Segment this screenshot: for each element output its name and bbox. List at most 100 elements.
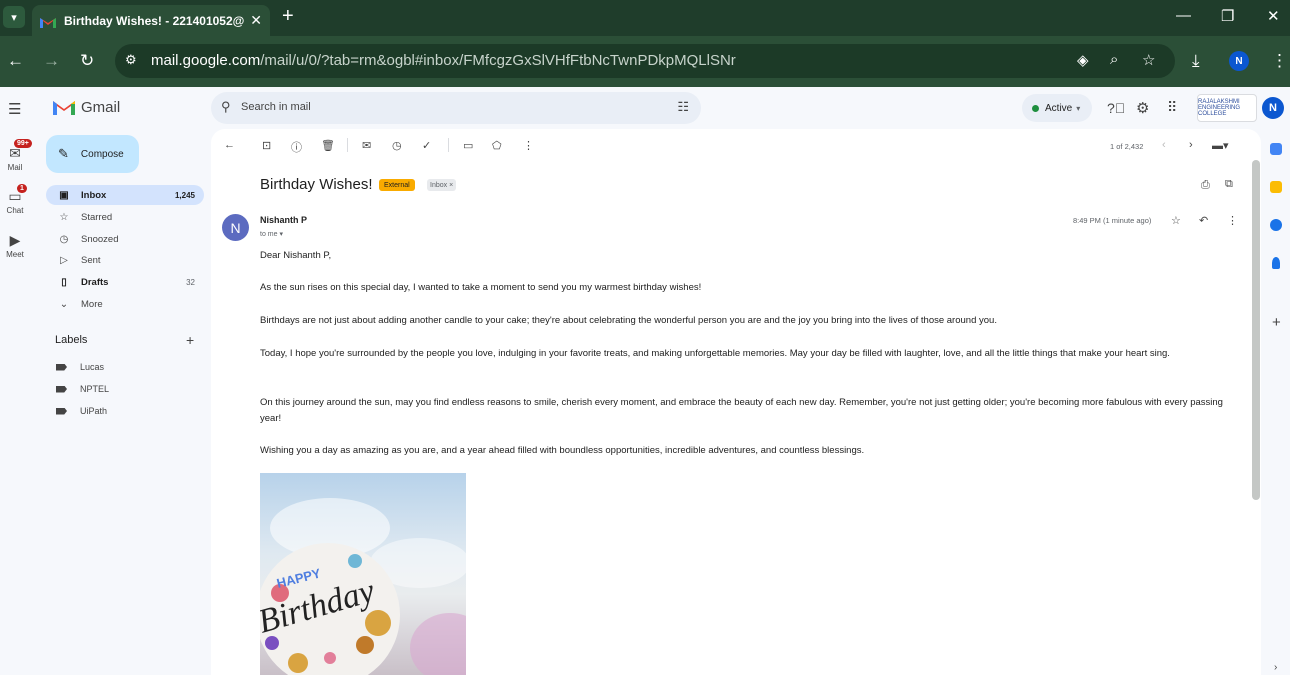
sidebar-item-label: Inbox [81, 189, 107, 201]
rail-chat[interactable]: ▭ Chat 1 [0, 184, 30, 215]
older-icon[interactable]: › [1189, 139, 1193, 151]
gmail-favicon-icon [40, 15, 56, 28]
snooze-icon[interactable]: ◷ [392, 139, 402, 152]
archive-icon[interactable]: ⊡ [262, 139, 271, 152]
move-to-icon[interactable]: ▭ [463, 139, 473, 152]
inbox-label-chip[interactable]: Inbox × [427, 179, 457, 191]
draft-icon: ▯ [61, 276, 67, 288]
search-icon[interactable]: ⚲ [221, 99, 231, 115]
sidebar-item-label: Starred [81, 211, 113, 223]
bookmark-star-icon[interactable]: ☆ [1142, 51, 1155, 69]
inbox-icon: ▣ [59, 189, 69, 201]
sidebar-item-starred[interactable]: ☆ Starred [46, 207, 204, 227]
compose-button[interactable]: ✎ Compose [46, 135, 139, 173]
url-text[interactable]: mail.google.com/mail/u/0/?tab=rm&ogbl#in… [151, 52, 736, 69]
restore-icon[interactable]: ❐ [1221, 7, 1234, 25]
message-more-icon[interactable]: ⋮ [1227, 214, 1238, 227]
birthday-balloon-image[interactable]: HAPPY Birthday [260, 473, 466, 675]
browser-tab[interactable]: Birthday Wishes! - 221401052@ ✕ [32, 5, 270, 36]
get-addons-icon[interactable]: + [1272, 314, 1281, 331]
newer-icon[interactable]: ‹ [1162, 139, 1166, 151]
main-menu-icon[interactable]: ☰ [8, 100, 21, 118]
search-bar[interactable]: ⚲ Search in mail ☷ [211, 92, 701, 124]
video-icon: ▶ [9, 232, 21, 248]
label-tag-icon [56, 407, 67, 415]
label-icon[interactable]: ⬠ [492, 139, 502, 152]
calendar-icon[interactable] [1270, 143, 1282, 155]
body-paragraph: Dear Nishanth P, [260, 250, 332, 261]
sender-avatar[interactable]: N [222, 214, 249, 241]
report-spam-icon[interactable]: ⓘ [291, 139, 302, 155]
delete-icon[interactable]: 🗑 [321, 139, 335, 152]
profile-avatar[interactable]: N [1229, 51, 1249, 71]
back-icon[interactable]: ← [7, 51, 24, 71]
org-logo[interactable]: RAJALAKSHMI ENGINEERING COLLEGE [1197, 94, 1257, 122]
rail-meet-label: Meet [6, 250, 24, 259]
label-name: UiPath [80, 406, 108, 416]
toolbar-divider [347, 138, 348, 152]
print-icon[interactable]: ⎙ [1201, 179, 1210, 192]
add-label-icon[interactable]: + [186, 332, 194, 348]
show-side-panel-icon[interactable]: › [1274, 662, 1277, 673]
lens-icon[interactable]: ◈ [1077, 51, 1089, 69]
apps-grid-icon[interactable]: ⠿ [1167, 99, 1177, 116]
browser-menu-icon[interactable]: ⋮ [1271, 51, 1288, 71]
sender-name[interactable]: Nishanth P [260, 215, 307, 225]
minimize-icon[interactable]: — [1176, 7, 1191, 24]
tab-close-icon[interactable]: ✕ [250, 12, 262, 29]
close-window-icon[interactable]: ✕ [1267, 7, 1280, 25]
search-options-icon[interactable]: ☷ [677, 99, 689, 115]
zoom-icon[interactable]: ⌕ [1110, 51, 1118, 68]
sidebar-item-inbox[interactable]: ▣ Inbox 1,245 [46, 185, 204, 205]
tab-title: Birthday Wishes! - 221401052@ [64, 13, 245, 28]
settings-gear-icon[interactable]: ⚙ [1136, 99, 1149, 117]
open-new-window-icon[interactable]: ⧉ [1225, 178, 1233, 191]
tab-search-chevron-icon[interactable]: ▾ [3, 6, 25, 28]
label-item-uipath[interactable]: UiPath [56, 406, 107, 416]
status-selector[interactable]: Active ▾ [1022, 94, 1092, 122]
gmail-logo-icon[interactable] [53, 99, 75, 115]
label-item-lucas[interactable]: Lucas [56, 362, 104, 372]
gmail-wordmark[interactable]: Gmail [81, 99, 120, 116]
rail-mail-label: Mail [7, 163, 23, 172]
pagination-text: 1 of 2,432 [1110, 142, 1144, 151]
label-tag-icon [56, 363, 67, 371]
sidebar-item-drafts[interactable]: ▯ Drafts 32 [46, 272, 204, 292]
address-bar[interactable]: ⚙ mail.google.com/mail/u/0/?tab=rm&ogbl#… [115, 44, 1175, 78]
account-avatar[interactable]: N [1262, 97, 1284, 119]
recipient-details[interactable]: to me ▾ [260, 230, 283, 238]
chat-badge: 1 [17, 184, 27, 193]
clock-icon: ◷ [59, 233, 69, 245]
sidebar-item-more[interactable]: ⌄ More [46, 294, 204, 314]
keep-icon[interactable] [1270, 181, 1282, 193]
sidebar-item-count: 32 [186, 277, 195, 287]
star-icon[interactable]: ☆ [1171, 214, 1181, 227]
reply-icon[interactable]: ↶ [1199, 214, 1208, 227]
reload-icon[interactable]: ↻ [80, 51, 94, 71]
sidebar-item-label: Sent [81, 254, 101, 266]
forward-icon[interactable]: → [43, 51, 60, 71]
rail-meet[interactable]: ▶ Meet [0, 232, 30, 259]
sidebar-item-count: 1,245 [174, 190, 195, 200]
site-settings-icon[interactable]: ⚙ [125, 52, 137, 68]
download-icon[interactable]: ⤓ [1192, 51, 1200, 71]
search-input[interactable]: Search in mail [241, 101, 311, 113]
sidebar-item-label: Snoozed [81, 233, 119, 245]
label-item-nptel[interactable]: NPTEL [56, 384, 109, 394]
side-panel: + › [1262, 129, 1290, 675]
help-icon[interactable]: ?⃝ [1107, 100, 1125, 116]
tasks-icon[interactable] [1270, 219, 1282, 231]
labels-heading: Labels [55, 334, 88, 346]
sidebar-item-snoozed[interactable]: ◷ Snoozed [46, 229, 204, 249]
add-task-icon[interactable]: ✓ [422, 139, 431, 152]
more-actions-icon[interactable]: ⋮ [523, 139, 534, 152]
input-tools-icon[interactable]: ▬▾ [1212, 139, 1229, 152]
back-to-inbox-icon[interactable]: ← [224, 139, 235, 151]
scrollbar-thumb[interactable] [1252, 160, 1260, 500]
rail-mail[interactable]: ✉ Mail 99+ [0, 139, 32, 172]
status-dot-icon [1032, 104, 1039, 112]
new-tab-icon[interactable]: + [282, 5, 294, 28]
sidebar-item-sent[interactable]: ▷ Sent [46, 250, 204, 270]
mark-unread-icon[interactable]: ✉ [362, 139, 371, 152]
contacts-icon[interactable] [1272, 257, 1280, 269]
